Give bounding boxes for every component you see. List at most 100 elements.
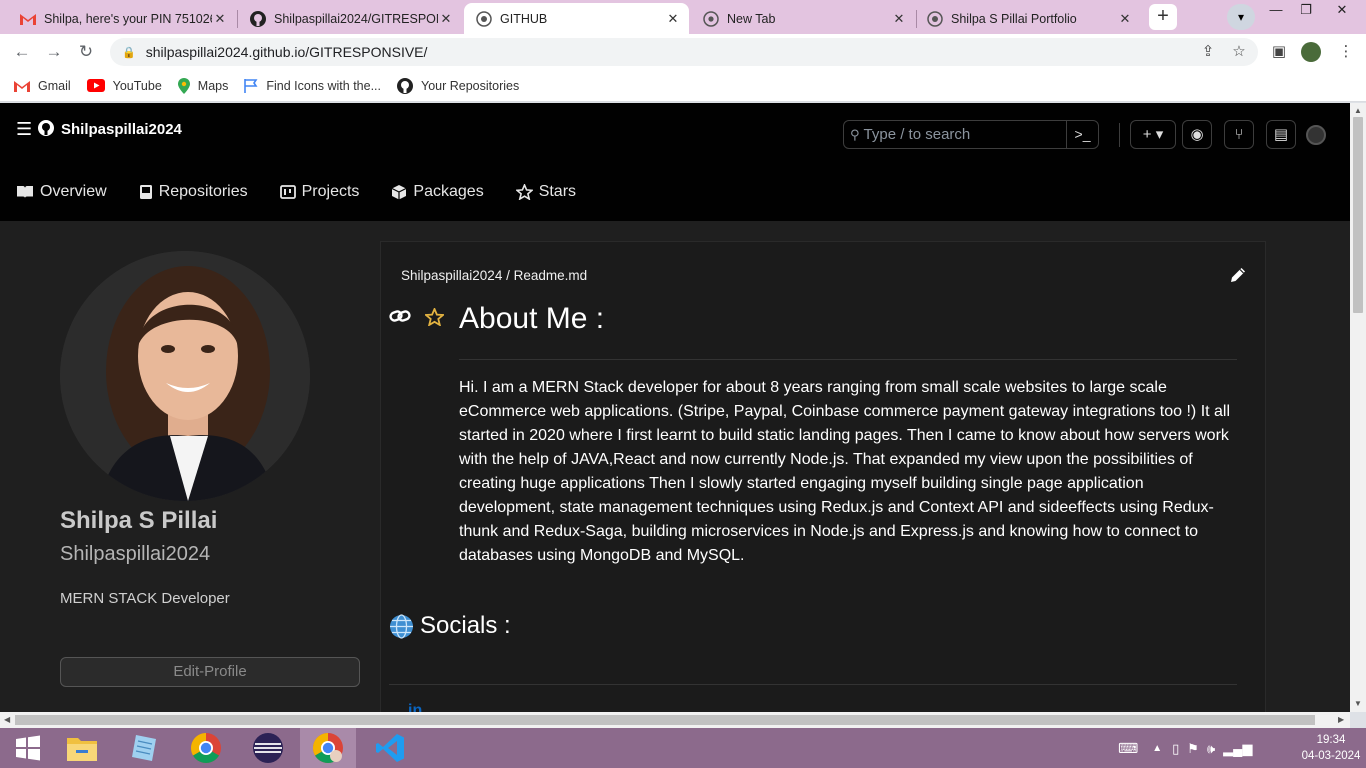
divider [389, 684, 1237, 685]
user-avatar-small[interactable] [1306, 125, 1326, 145]
close-window-button[interactable]: ✕ [1324, 0, 1360, 22]
tab-repositories[interactable]: Repositories [139, 183, 248, 201]
start-button[interactable] [0, 728, 56, 768]
file-explorer-icon[interactable] [54, 728, 110, 768]
tab-projects[interactable]: Projects [279, 183, 359, 201]
new-tab-button[interactable]: + [1149, 4, 1177, 30]
readme-path[interactable]: Shilpaspillai2024 / Readme.md [401, 268, 587, 283]
vertical-scroll-thumb[interactable] [1353, 117, 1363, 313]
forward-button[interactable]: → [42, 41, 66, 63]
bookmark-youtube[interactable]: YouTube [86, 79, 162, 93]
edit-profile-button[interactable]: Edit-Profile [60, 657, 360, 687]
linkedin-icon[interactable]: in [408, 702, 422, 712]
close-tab-icon[interactable]: ✕ [212, 11, 228, 27]
about-heading: About Me : [459, 302, 605, 335]
search-icon: ⚲ [850, 126, 860, 142]
tab-packages[interactable]: Packages [391, 183, 484, 201]
bookmark-repositories[interactable]: Your Repositories [397, 77, 519, 94]
profile-avatar[interactable] [60, 251, 310, 501]
tab-gitresponsive[interactable]: Shilpaspillai2024/GITRESPONSIVE ✕ [238, 3, 462, 34]
search-input[interactable]: ⚲ Type / to search >_ [843, 120, 1099, 149]
tab-stars[interactable]: Stars [515, 183, 576, 201]
issues-icon[interactable]: ◉ [1182, 120, 1212, 149]
network-flag-icon[interactable]: ⚑ [1187, 741, 1199, 757]
address-bar[interactable]: 🔒 shilpaspillai2024.github.io/GITRESPONS… [110, 38, 1258, 66]
url-text: shilpaspillai2024.github.io/GITRESPONSIV… [145, 44, 428, 60]
share-icon[interactable]: ⇪ [1198, 42, 1218, 62]
close-tab-icon[interactable]: ✕ [1117, 11, 1133, 27]
bookmark-star-icon[interactable]: ☆ [1229, 42, 1249, 62]
toolbar: ← → ↻ 🔒 shilpaspillai2024.github.io/GITR… [0, 34, 1366, 70]
close-tab-icon[interactable]: ✕ [438, 11, 454, 27]
clock-time: 19:34 [1316, 734, 1346, 746]
tab-github-active[interactable]: GITHUB ✕ [464, 3, 689, 34]
notepad-icon[interactable] [116, 728, 172, 768]
vscode-icon[interactable] [362, 728, 418, 768]
tab-portfolio[interactable]: Shilpa S Pillai Portfolio ✕ [917, 3, 1141, 34]
globe-icon [389, 614, 414, 644]
bookmarks-bar: Gmail YouTube Maps Find Icons with the..… [0, 70, 1366, 102]
horizontal-scroll-thumb[interactable] [15, 715, 1315, 725]
gmail-icon [20, 11, 36, 27]
clock-date: 04-03-2024 [1301, 750, 1361, 762]
github-icon [250, 10, 266, 27]
lock-icon: 🔒 [122, 46, 136, 59]
chrome-icon [703, 10, 719, 27]
vertical-scrollbar[interactable]: ▲ ▼ [1350, 103, 1366, 712]
tab-search-button[interactable]: ▾ [1227, 4, 1255, 30]
create-new-button[interactable]: + ▾ [1130, 120, 1176, 149]
wifi-icon[interactable]: ▂▄▆ [1223, 741, 1252, 757]
side-panel-icon[interactable]: ▣ [1269, 42, 1289, 62]
profile-nav: Overview Repositories Projects Packages … [16, 183, 608, 201]
divider [459, 359, 1237, 360]
back-button[interactable]: ← [10, 41, 34, 63]
show-hidden-icons-icon[interactable]: ▲ [1152, 743, 1162, 754]
gmail-icon [14, 80, 30, 92]
maps-icon [177, 77, 190, 94]
book-icon [16, 185, 34, 199]
tab-gmail[interactable]: Shilpa, here's your PIN 751026 ✕ [0, 3, 236, 34]
maximize-button[interactable]: ❐ [1288, 0, 1324, 22]
pull-requests-icon[interactable]: ⑂ [1224, 120, 1254, 149]
link-icon[interactable] [389, 308, 411, 329]
star-icon [515, 184, 533, 200]
bookmark-maps[interactable]: Maps [177, 77, 228, 94]
profile-login: Shilpaspillai2024 [60, 543, 211, 565]
search-placeholder: Type / to search [863, 126, 971, 143]
volume-icon[interactable]: 🕪 [1207, 741, 1215, 757]
package-icon [391, 184, 407, 200]
reload-button[interactable]: ↻ [74, 41, 98, 63]
edit-pencil-icon[interactable] [1229, 266, 1247, 289]
tab-overview[interactable]: Overview [16, 183, 107, 201]
flag-icon [244, 78, 258, 93]
star-emoji-icon [423, 306, 446, 331]
clock[interactable]: 19:34 04-03-2024 [1296, 732, 1366, 764]
keyboard-icon[interactable]: ⌨ [1118, 740, 1138, 757]
github-logo-icon[interactable] [38, 120, 54, 141]
command-palette-icon[interactable]: >_ [1066, 121, 1098, 148]
close-tab-icon[interactable]: ✕ [891, 11, 907, 27]
hamburger-menu-icon[interactable]: ☰ [16, 119, 32, 140]
eclipse-icon[interactable] [240, 728, 296, 768]
profile-bio: MERN STACK Developer [60, 590, 230, 607]
inbox-icon[interactable]: ▤ [1266, 120, 1296, 149]
system-tray: ⌨ ▲ ▯ ⚑ 🕪 ▂▄▆ [1118, 740, 1252, 757]
horizontal-scrollbar[interactable]: ◀ ▶ [0, 712, 1350, 728]
chrome-profile-app-icon[interactable] [300, 728, 356, 768]
chrome-app-icon[interactable] [178, 728, 234, 768]
bookmark-gmail[interactable]: Gmail [14, 79, 71, 93]
readme-card: Shilpaspillai2024 / Readme.md About Me :… [380, 241, 1266, 712]
profile-sidebar: Shilpa S Pillai Shilpaspillai2024 MERN S… [60, 251, 360, 687]
profile-avatar[interactable] [1301, 42, 1321, 62]
socials-heading: Socials : [420, 612, 511, 639]
github-header: ☰ Shilpaspillai2024 ⚲ Type / to search >… [0, 103, 1350, 221]
repo-icon [139, 184, 153, 200]
close-tab-icon[interactable]: ✕ [665, 11, 681, 27]
tab-new-tab[interactable]: New Tab ✕ [691, 3, 915, 34]
bookmark-find-icons[interactable]: Find Icons with the... [244, 78, 381, 93]
menu-icon[interactable]: ⋮ [1336, 42, 1356, 62]
github-icon [397, 77, 413, 94]
globe-icon [927, 10, 943, 27]
header-username[interactable]: Shilpaspillai2024 [61, 121, 182, 138]
battery-icon[interactable]: ▯ [1172, 741, 1179, 757]
